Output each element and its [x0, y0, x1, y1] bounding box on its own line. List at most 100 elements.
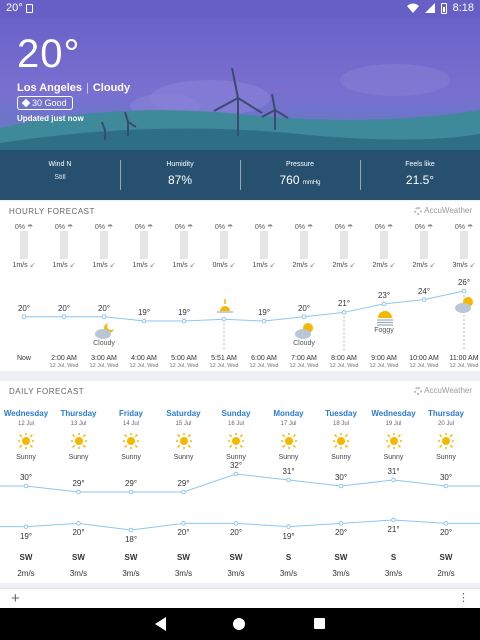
daily-provider[interactable]: AccuWeather: [414, 386, 472, 395]
hourly-forecast-card[interactable]: HOURLY FORECAST AccuWeather 0% ☂ 1m/s ↙ 20…: [0, 201, 480, 371]
sun-shape: [332, 432, 350, 450]
wind-speed: 3m/s ↙: [444, 261, 480, 269]
day-column[interactable]: Tuesday 18 Jul Sunny 30° 20° SW 3m/s: [315, 399, 367, 583]
weather-app: 20° 8:18 20° Los Angeles | Cloudy 30 Goo…: [0, 0, 480, 640]
sun-shape: [279, 432, 298, 450]
wind-speed: 2m/s ↙: [404, 261, 444, 269]
day-column[interactable]: Sunday 16 Jul Sunny 32° 20° SW 3m/s: [210, 399, 262, 583]
hour-column[interactable]: 0% ☂ 0m/s ↙ 5:51 AM 12 Jul, Wed: [204, 219, 244, 371]
day-column[interactable]: Monday 17 Jul Sunny 31° 19° S 3m/s: [263, 399, 315, 583]
sun-graphic: [122, 432, 140, 450]
umbrella-icon: ☂: [224, 224, 234, 231]
wind-direction: SW: [334, 553, 348, 562]
day-column[interactable]: Thursday 13 Jul Sunny 29° 20° SW 3m/s: [53, 399, 105, 583]
hour-column[interactable]: 0% ☂ 1m/s ↙ 20° 2:00 AM 12 Jul, Wed: [44, 219, 84, 371]
precip-chance: 0% ☂: [404, 223, 444, 231]
precip-bar: [340, 231, 348, 259]
day-column[interactable]: Wednesday 19 Jul Sunny 31° 21° S 3m/s: [368, 399, 420, 583]
umbrella-icon: ☂: [184, 224, 194, 231]
day-name: Thursday: [60, 409, 97, 418]
day-condition: Sunny: [436, 454, 456, 461]
wind-direction-icon: ↙: [227, 262, 236, 269]
stat-pressure: Pressure 760 mmHg: [240, 150, 360, 200]
hour-temperature: 19°: [137, 308, 151, 317]
day-name: Friday: [118, 409, 143, 418]
wind-speed: 2m/s: [437, 569, 455, 578]
day-column[interactable]: Saturday 15 Jul Sunny 29° 20° SW 3m/s: [158, 399, 210, 583]
sun-icon: [69, 432, 88, 450]
stat-label: Pressure: [285, 161, 314, 168]
day-condition: Sunny: [16, 454, 36, 461]
hour-column[interactable]: 0% ☂ 1m/s ↙ 19° 5:00 AM 12 Jul, Wed: [164, 219, 204, 371]
wind-direction: SW: [439, 553, 453, 562]
hour-condition: Cloudy: [93, 339, 115, 347]
stat-value: Still: [54, 174, 66, 181]
wind-direction-icon: ↙: [267, 262, 276, 269]
hour-column[interactable]: 0% ☂ 1m/s ↙ 20° Now: [4, 219, 44, 371]
hour-column[interactable]: 0% ☂ 2m/s ↙ 24° 10:00 AM 12 Jul, Wed: [404, 219, 444, 371]
hour-date: 12 Jul, Wed: [409, 363, 439, 369]
umbrella-icon: ☂: [344, 224, 354, 231]
day-column[interactable]: Thursday 20 Jul Sunny 30° 20° SW 2m/s: [420, 399, 472, 583]
battery-icon: [440, 2, 447, 14]
precip-chance: 0% ☂: [364, 223, 404, 231]
hour-temperature: 23°: [377, 290, 391, 300]
cloudy-night-graphic: [95, 321, 115, 339]
umbrella-icon: ☂: [264, 224, 274, 231]
hour-column[interactable]: 0% ☂ 2m/s ↙ 23° Foggy 9:00 AM 12 Jul, Wed: [364, 219, 404, 371]
hour-column[interactable]: 0% ☂ 1m/s ↙ 20° Cloudy 3:00 AM 12 Jul, Wed: [84, 219, 124, 371]
wind-speed: 3m/s: [279, 569, 298, 578]
wind-direction-icon: ↙: [387, 262, 396, 269]
wind-direction: SW: [19, 553, 33, 562]
more-options-icon[interactable]: ⋮: [458, 591, 469, 604]
aqi-badge[interactable]: 30 Good: [17, 96, 73, 110]
wind-direction-icon: ↙: [107, 262, 116, 269]
precip-bar: [220, 231, 228, 259]
day-column[interactable]: Wednesday 12 Jul Sunny 30° 19° SW 2m/s: [0, 399, 52, 583]
sun-shape: [437, 432, 455, 450]
sun-graphic: [437, 432, 455, 450]
hour-date: 12 Jul, Wed: [129, 363, 159, 369]
sun-icon: [437, 432, 455, 450]
home-icon[interactable]: [233, 618, 245, 630]
location-line[interactable]: Los Angeles | Cloudy: [17, 82, 130, 94]
back-icon[interactable]: [155, 617, 166, 631]
day-name: Wednesday: [371, 409, 416, 418]
precip-value: 0%: [374, 224, 385, 231]
day-high: 29°: [177, 479, 190, 488]
hour-time: 2:00 AM: [51, 355, 77, 362]
umbrella-icon: ☂: [384, 224, 394, 231]
hourly-provider[interactable]: AccuWeather: [414, 206, 472, 215]
stat-feels-like: Feels like 21.5°: [360, 150, 480, 200]
cloudy-day-icon: [454, 296, 476, 314]
hour-time: 11:00 AM: [449, 355, 479, 362]
precip-value: 0%: [334, 224, 345, 231]
cloudy-day-graphic: [295, 322, 313, 339]
wind-direction: S: [390, 553, 397, 562]
wind-direction: SW: [124, 553, 138, 562]
hour-column[interactable]: 0% ☂ 2m/s ↙ 21° 8:00 AM 12 Jul, Wed: [324, 219, 364, 371]
add-location-icon[interactable]: +: [11, 590, 20, 607]
wind-direction-icon: ↙: [187, 262, 196, 269]
precip-value: 0%: [14, 224, 25, 231]
hour-time: Now: [16, 355, 31, 362]
daily-forecast-card[interactable]: DAILY FORECAST AccuWeather Wednesday 12 J…: [0, 381, 480, 583]
hour-temperature: 19°: [257, 308, 271, 317]
wind-speed: 3m/s: [174, 569, 193, 578]
cloudy-day-icon: [294, 322, 316, 340]
wind-speed: 3m/s: [384, 569, 403, 578]
hour-column[interactable]: 0% ☂ 1m/s ↙ 19° 4:00 AM 12 Jul, Wed: [124, 219, 164, 371]
hour-date: 12 Jul, Wed: [289, 363, 319, 369]
wind-speed: 1m/s ↙: [4, 261, 44, 269]
hour-column[interactable]: 0% ☂ 2m/s ↙ 20° Cloudy 7:00 AM 12 Jul, Wed: [284, 219, 324, 371]
hour-column[interactable]: 0% ☂ 3m/s ↙ 26° 11:00 AM 12 Jul, Wed: [444, 219, 480, 371]
hourly-title: HOURLY FORECAST: [9, 207, 95, 216]
hour-time: 4:00 AM: [131, 355, 157, 362]
day-date: 19 Jul: [385, 421, 402, 427]
hour-column[interactable]: 0% ☂ 1m/s ↙ 19° 6:00 AM 12 Jul, Wed: [244, 219, 284, 371]
separator: |: [86, 82, 89, 94]
hour-temperature: 19°: [177, 308, 191, 317]
recents-icon[interactable]: [314, 618, 325, 629]
hour-time: 5:51 AM: [211, 355, 237, 362]
day-column[interactable]: Friday 14 Jul Sunny 29° 18° SW 3m/s: [105, 399, 157, 583]
